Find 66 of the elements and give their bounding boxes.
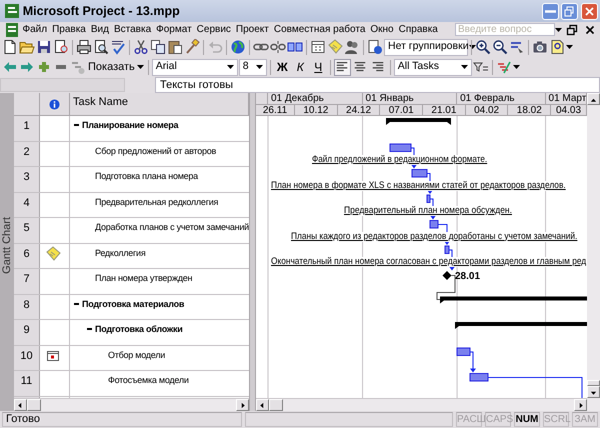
- status-indicator: ЗАМ: [572, 412, 598, 427]
- bar-label: План номера в формате XLS с названиями статей от редакторов разделов.: [271, 180, 566, 190]
- menu-item[interactable]: Файл: [20, 22, 50, 36]
- row-number: 2: [14, 142, 40, 166]
- row-number: 11: [14, 371, 40, 396]
- task-name: Фотосъемка модели: [108, 374, 189, 387]
- row-number: 8: [14, 294, 40, 319]
- timescale-label: 01 Январь: [362, 93, 458, 104]
- timescale-label: 01 Декабрь: [268, 93, 363, 104]
- task-name: Доработка планов с учетом замечаний: [95, 221, 249, 234]
- bar-label: Планы каждого из редакторов разделов доработаны с учетом замечаний.: [291, 232, 578, 242]
- bar-label: Предварительный план номера обсужден.: [344, 206, 512, 216]
- entry-field[interactable]: Тексты готовы: [155, 77, 600, 93]
- menu-item[interactable]: Формат: [154, 22, 194, 36]
- task-name: Планирование номера: [82, 119, 178, 132]
- status-text: Готово: [2, 412, 242, 427]
- show-button[interactable]: Показать: [87, 58, 145, 76]
- row-number: 9: [14, 320, 40, 344]
- task-name: Отбор модели: [108, 348, 166, 362]
- menu-item[interactable]: Проект: [233, 22, 272, 36]
- timescale-label: 21.01: [423, 104, 466, 115]
- row-number: 7: [14, 269, 40, 294]
- filter-dropdown[interactable]: All Tasks: [394, 58, 472, 76]
- status-indicator: NUM: [514, 412, 540, 427]
- timescale-label: 10.12: [295, 104, 338, 115]
- italic-button[interactable]: К: [292, 58, 309, 76]
- task-name: Подготовка плана номера: [95, 170, 198, 183]
- menu-item[interactable]: Правка: [50, 22, 88, 36]
- view-bar-label: Gantt Chart: [0, 217, 14, 274]
- timescale-label: 18.02: [508, 104, 552, 115]
- timescale-label: 07.01: [380, 104, 424, 115]
- task-name: Редколлегия: [95, 246, 146, 260]
- row-number: 10: [14, 346, 40, 370]
- row-number: 6: [14, 244, 40, 268]
- menu-item[interactable]: Сервис: [194, 22, 234, 36]
- menu-item[interactable]: Вид: [88, 22, 112, 36]
- row-number: 4: [14, 192, 40, 217]
- row-number: 3: [14, 167, 40, 192]
- status-indicator: CAPS: [485, 412, 511, 427]
- bar-label: Файл предложений в редакционном формате.: [312, 155, 488, 165]
- help-search-field[interactable]: Введите вопрос: [455, 23, 555, 36]
- row-number: 1: [14, 116, 40, 140]
- window-title: Microsoft Project - 13.mpp: [22, 2, 181, 20]
- task-name: Предварительная редколлегия: [95, 196, 218, 209]
- menu-item[interactable]: Вставка: [111, 22, 154, 36]
- row-number: 5: [14, 218, 40, 242]
- status-indicator: SCRL: [543, 412, 569, 427]
- timescale-label: 24.12: [338, 104, 380, 115]
- task-name: Сбор предложений от авторов: [95, 144, 216, 158]
- task-name: План номера утвержден: [95, 272, 192, 285]
- bold-button[interactable]: Ж: [274, 58, 291, 76]
- underline-button[interactable]: Ч: [310, 58, 327, 76]
- bar-label: Окончательный план номера согласован с редакторами разделов и главным ред: [271, 257, 586, 267]
- task-name: Подготовка обложки: [95, 323, 183, 336]
- menu-item[interactable]: Справка: [396, 22, 440, 36]
- timescale-label: 01 Февраль: [457, 93, 546, 104]
- font-size-dropdown[interactable]: 8: [238, 58, 267, 76]
- timescale-label: 26.11: [256, 104, 295, 115]
- menu-item[interactable]: Окно: [368, 22, 396, 36]
- timescale-label: 04.02: [466, 104, 508, 115]
- column-header[interactable]: Task Name: [73, 96, 128, 108]
- milestone-date: 28.01: [455, 271, 480, 282]
- task-name: Подготовка материалов: [82, 298, 184, 311]
- font-dropdown[interactable]: Arial: [152, 58, 238, 76]
- view-bar[interactable]: Gantt Chart: [0, 93, 14, 411]
- menu-item[interactable]: Совместная работа: [271, 22, 368, 36]
